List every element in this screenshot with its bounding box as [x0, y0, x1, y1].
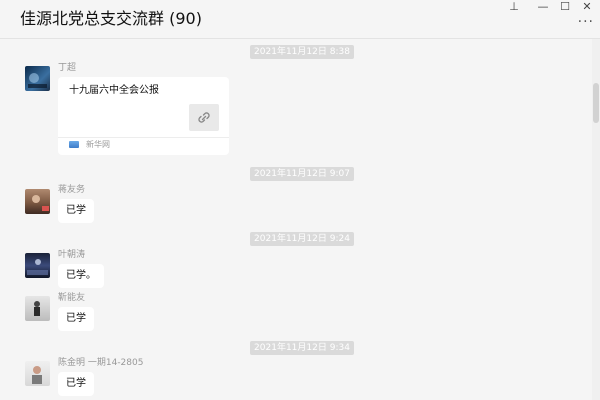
close-button[interactable]: ✕	[578, 0, 596, 14]
source-logo-icon	[69, 141, 79, 148]
card-divider	[58, 137, 229, 138]
sender-name: 蒋友务	[58, 185, 86, 195]
message-bubble[interactable]: 已学。	[58, 264, 104, 288]
message-bubble[interactable]: 已学	[58, 372, 94, 396]
avatar-image	[27, 259, 48, 275]
link-card-title: 十九届六中全会公报	[69, 85, 159, 96]
message-list[interactable]: 2021年11月12日 8:38 丁超 十九届六中全会公报 新华网 2021年1…	[0, 39, 592, 400]
sender-name: 丁超	[58, 63, 77, 73]
link-card[interactable]: 十九届六中全会公报 新华网	[58, 77, 229, 155]
timestamp: 2021年11月12日 9:07	[250, 167, 354, 181]
avatar-image	[32, 195, 49, 211]
more-options-icon[interactable]: ···	[578, 15, 594, 29]
message-bubble[interactable]: 已学	[58, 307, 94, 331]
pin-icon[interactable]: ⊥	[505, 0, 523, 14]
minimize-button[interactable]: —	[534, 0, 552, 14]
sender-name: 靳能友	[58, 293, 86, 303]
sender-name: 陈金明 一期14-2805	[58, 358, 144, 368]
avatar[interactable]	[25, 66, 50, 91]
avatar-image	[32, 366, 42, 384]
timestamp: 2021年11月12日 9:24	[250, 232, 354, 246]
link-icon	[189, 104, 219, 131]
avatar-image	[34, 301, 40, 316]
timestamp: 2021年11月12日 9:34	[250, 341, 354, 355]
avatar[interactable]	[25, 189, 50, 214]
avatar-image	[28, 73, 47, 88]
timestamp: 2021年11月12日 8:38	[250, 45, 354, 59]
chat-title: 佳源北党总支交流群 (90)	[20, 9, 202, 28]
avatar[interactable]	[25, 296, 50, 321]
maximize-button[interactable]: ☐	[556, 0, 574, 14]
sender-name: 叶朝涛	[58, 250, 86, 260]
message-bubble[interactable]: 已学	[58, 199, 94, 223]
scrollbar[interactable]	[592, 39, 600, 400]
avatar[interactable]	[25, 253, 50, 278]
link-card-source: 新华网	[86, 140, 110, 149]
scrollbar-thumb[interactable]	[593, 83, 599, 123]
avatar[interactable]	[25, 361, 50, 386]
title-bar: 佳源北党总支交流群 (90) ⊥ — ☐ ✕ ···	[0, 0, 600, 39]
